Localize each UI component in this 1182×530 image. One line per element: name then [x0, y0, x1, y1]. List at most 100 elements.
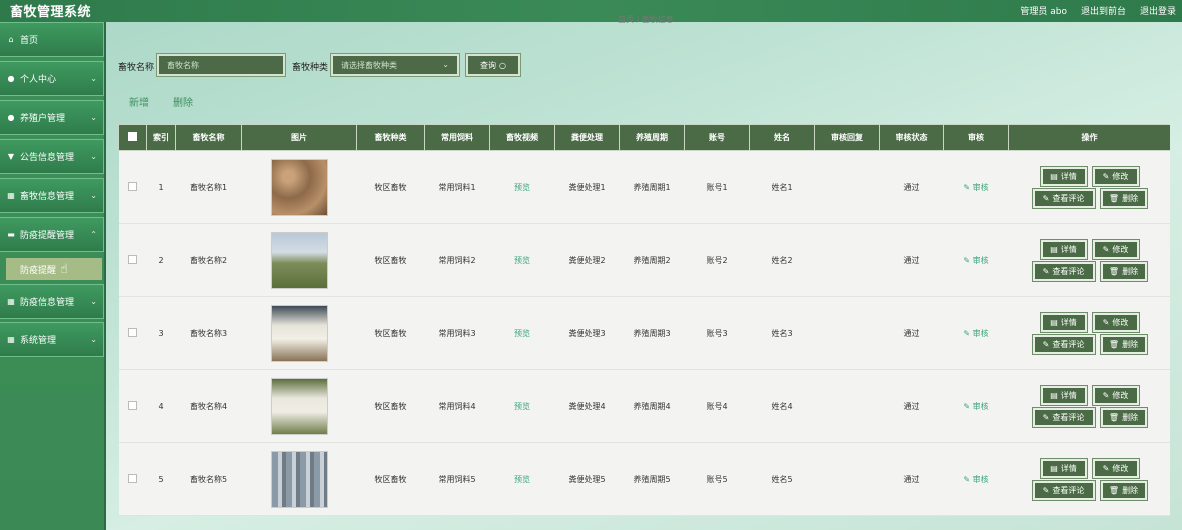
- cell-review[interactable]: ✎ 审核: [943, 369, 1009, 443]
- row-select-cell[interactable]: [118, 150, 147, 224]
- video-preview-link[interactable]: 预览: [514, 402, 530, 411]
- cell-review[interactable]: ✎ 审核: [943, 223, 1009, 297]
- cell-review[interactable]: ✎ 审核: [943, 442, 1009, 516]
- row-select-cell[interactable]: [118, 369, 147, 443]
- detail-button[interactable]: ▤ 详情: [1039, 238, 1088, 260]
- edit-button[interactable]: ✎ 修改: [1091, 457, 1140, 479]
- cell-video[interactable]: 预览: [489, 442, 555, 516]
- sidebar-item-system[interactable]: ▦ 系统管理 ⌄: [0, 322, 104, 357]
- edit-button[interactable]: ✎ 修改: [1091, 311, 1140, 333]
- select-all-cell[interactable]: [118, 124, 147, 151]
- video-preview-link[interactable]: 预览: [514, 475, 530, 484]
- user-icon: ●: [7, 113, 15, 122]
- select-all-checkbox[interactable]: [128, 132, 137, 141]
- view-comments-button[interactable]: ✎ 查看评论: [1031, 187, 1096, 209]
- review-link[interactable]: ✎ 审核: [963, 329, 988, 338]
- review-link[interactable]: ✎ 审核: [963, 475, 988, 484]
- view-comments-button[interactable]: ✎ 查看评论: [1031, 333, 1096, 355]
- trash-icon: 🗑: [1108, 193, 1120, 203]
- delete-button[interactable]: 🗑 删除: [1099, 333, 1148, 355]
- delete-button[interactable]: 🗑 删除: [1099, 260, 1148, 282]
- cell-name: 畜牧名称1: [175, 150, 242, 224]
- chevron-down-icon: ⌄: [442, 60, 449, 69]
- cell-video[interactable]: 预览: [489, 223, 555, 297]
- review-link[interactable]: ✎ 审核: [963, 256, 988, 265]
- review-link[interactable]: ✎ 审核: [963, 402, 988, 411]
- delete-button[interactable]: 🗑 删除: [1099, 479, 1148, 501]
- detail-button[interactable]: ▤ 详情: [1039, 311, 1088, 333]
- type-select[interactable]: 请选择畜牧种类 ⌄: [330, 53, 460, 77]
- detail-button[interactable]: ▤ 详情: [1039, 457, 1088, 479]
- sidebar-item-epidemic[interactable]: ▦ 防疫信息管理 ⌄: [0, 284, 104, 319]
- delete-label: 删除: [1122, 412, 1139, 422]
- video-preview-link[interactable]: 预览: [514, 183, 530, 192]
- review-link[interactable]: ✎ 审核: [963, 183, 988, 192]
- bulk-delete-button[interactable]: 删除: [173, 94, 193, 109]
- sidebar-item-label: 防疫信息管理: [20, 298, 75, 308]
- table-row: 1 畜牧名称1 牧区畜牧 常用饲料1 预览 粪便处理1 养殖周期1 账号1 姓名…: [118, 150, 1170, 224]
- detail-label: 详情: [1060, 244, 1077, 254]
- cell-image: [241, 369, 357, 443]
- cell-cycle: 养殖周期3: [619, 296, 685, 370]
- detail-button[interactable]: ▤ 详情: [1039, 384, 1088, 406]
- video-preview-link[interactable]: 预览: [514, 256, 530, 265]
- cell-video[interactable]: 预览: [489, 150, 555, 224]
- view-comments-button[interactable]: ✎ 查看评论: [1031, 260, 1096, 282]
- table-row: 5 畜牧名称5 牧区畜牧 常用饲料5 预览 粪便处理5 养殖周期5 账号5 姓名…: [118, 442, 1170, 516]
- delete-button[interactable]: 🗑 删除: [1099, 187, 1148, 209]
- detail-button[interactable]: ▤ 详情: [1039, 165, 1088, 187]
- add-button[interactable]: 新增: [129, 94, 149, 109]
- cell-account: 账号2: [684, 223, 750, 297]
- cell-video[interactable]: 预览: [489, 296, 555, 370]
- row-select-cell[interactable]: [118, 223, 147, 297]
- front-link[interactable]: 退出到前台: [1081, 4, 1126, 17]
- grid-icon: ▦: [7, 191, 15, 200]
- row-select-cell[interactable]: [118, 442, 147, 516]
- sidebar-item-label: 系统管理: [20, 336, 57, 346]
- name-search-input[interactable]: [156, 53, 286, 77]
- app-title: 畜牧管理系统: [10, 5, 92, 20]
- sidebar-item-home[interactable]: ⌂ 首页: [0, 22, 104, 57]
- cell-type: 牧区畜牧: [356, 223, 425, 297]
- cell-image: [241, 223, 357, 297]
- cell-person: 姓名2: [749, 223, 815, 297]
- cell-review[interactable]: ✎ 审核: [943, 150, 1009, 224]
- row-checkbox[interactable]: [128, 327, 137, 337]
- edit-icon: ✎: [963, 474, 973, 484]
- video-preview-link[interactable]: 预览: [514, 329, 530, 338]
- submenu-reminder[interactable]: 防疫提醒: [6, 258, 102, 280]
- delete-label: 删除: [1122, 485, 1139, 495]
- view-comments-button[interactable]: ✎ 查看评论: [1031, 479, 1096, 501]
- comments-label: 查看评论: [1052, 339, 1085, 349]
- logout-link[interactable]: 退出登录: [1140, 4, 1176, 17]
- pencil-icon: ✎: [1102, 171, 1110, 181]
- cell-video[interactable]: 预览: [489, 369, 555, 443]
- query-button[interactable]: 查询 ○: [465, 53, 521, 77]
- comments-label: 查看评论: [1052, 412, 1085, 422]
- sidebar-item-label: 养殖户管理: [20, 114, 66, 124]
- cell-cycle: 养殖周期1: [619, 150, 685, 224]
- row-checkbox[interactable]: [128, 181, 137, 191]
- view-comments-button[interactable]: ✎ 查看评论: [1031, 406, 1096, 428]
- sidebar-item-livestock[interactable]: ▦ 畜牧信息管理 ⌄: [0, 178, 104, 213]
- cell-reply: [814, 296, 880, 370]
- edit-button[interactable]: ✎ 修改: [1091, 238, 1140, 260]
- sidebar-item-personal[interactable]: ● 个人中心 ⌄: [0, 61, 104, 96]
- edit-button[interactable]: ✎ 修改: [1091, 165, 1140, 187]
- row-select-cell[interactable]: [118, 296, 147, 370]
- sidebar-item-notice[interactable]: ▼ 公告信息管理 ⌄: [0, 139, 104, 174]
- delete-label: 删除: [1122, 193, 1139, 203]
- cell-cycle: 养殖周期5: [619, 442, 685, 516]
- detail-label: 详情: [1060, 390, 1077, 400]
- sidebar-item-label: 公告信息管理: [20, 153, 75, 163]
- sidebar-item-reminder[interactable]: ▬ 防疫提醒管理 ⌃: [0, 217, 104, 252]
- grid-icon: ▦: [7, 335, 15, 344]
- row-checkbox[interactable]: [128, 473, 137, 483]
- delete-button[interactable]: 🗑 删除: [1099, 406, 1148, 428]
- sidebar-item-farmers[interactable]: ● 养殖户管理 ⌄: [0, 100, 104, 135]
- col-header: 审核: [943, 124, 1009, 151]
- row-checkbox[interactable]: [128, 254, 137, 264]
- cell-review[interactable]: ✎ 审核: [943, 296, 1009, 370]
- row-checkbox[interactable]: [128, 400, 137, 410]
- edit-button[interactable]: ✎ 修改: [1091, 384, 1140, 406]
